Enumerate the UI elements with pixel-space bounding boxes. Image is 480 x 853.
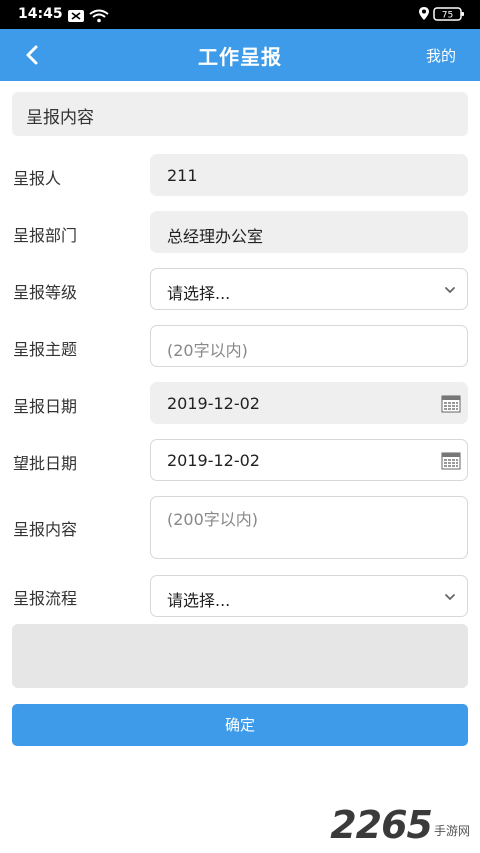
report-date-label: 呈报日期: [13, 397, 78, 416]
content-label: 呈报内容: [13, 520, 78, 539]
battery-level: 75: [442, 11, 453, 21]
nav-bar: 工作呈报 我的: [0, 29, 480, 81]
department-label: 呈报部门: [13, 226, 78, 245]
status-icons-left: [68, 8, 112, 27]
flow-value: 请选择...: [167, 591, 231, 610]
chevron-down-icon: [445, 287, 455, 294]
subject-input[interactable]: (20字以内): [150, 325, 468, 367]
flow-select[interactable]: 请选择...: [150, 575, 468, 617]
confirm-button[interactable]: 确定: [12, 704, 468, 746]
approve-date-input[interactable]: 2019-12-02: [150, 439, 468, 481]
subject-label: 呈报主题: [13, 340, 78, 359]
flow-display-area: [12, 624, 468, 688]
reporter-field: 211: [150, 154, 468, 196]
mine-link[interactable]: 我的: [426, 45, 456, 66]
watermark-number: 2265: [330, 803, 433, 847]
approve-date-label: 望批日期: [13, 454, 78, 473]
level-select[interactable]: 请选择...: [150, 268, 468, 310]
department-field: 总经理办公室: [150, 211, 468, 253]
content-placeholder: (200字以内): [167, 510, 259, 529]
flow-label: 呈报流程: [13, 589, 78, 608]
report-date-field: 2019-12-02: [150, 382, 468, 424]
subject-placeholder: (20字以内): [167, 341, 248, 360]
content-textarea[interactable]: (200字以内): [150, 496, 468, 559]
reporter-label: 呈报人: [13, 169, 62, 188]
watermark-site: 手游网: [433, 824, 470, 838]
notification-icons: [68, 9, 109, 23]
approve-date-value: 2019-12-02: [167, 451, 260, 470]
chevron-down-icon: [445, 594, 455, 601]
watermark-logo: 2265 手游网: [330, 803, 470, 847]
status-bar: 14:45 75: [0, 0, 480, 29]
status-time: 14:45: [18, 6, 63, 22]
location-battery-icons: 75: [419, 7, 464, 21]
page-title: 工作呈报: [198, 45, 282, 69]
level-value: 请选择...: [167, 284, 231, 303]
section-header: 呈报内容: [12, 92, 468, 136]
status-icons-right: 75: [418, 6, 466, 26]
department-value: 总经理办公室: [167, 227, 264, 246]
calendar-icon: [441, 395, 461, 413]
reporter-value: 211: [167, 166, 198, 185]
report-date-value: 2019-12-02: [167, 394, 260, 413]
calendar-icon[interactable]: [441, 451, 461, 471]
level-label: 呈报等级: [13, 283, 78, 302]
section-title: 呈报内容: [26, 108, 94, 128]
